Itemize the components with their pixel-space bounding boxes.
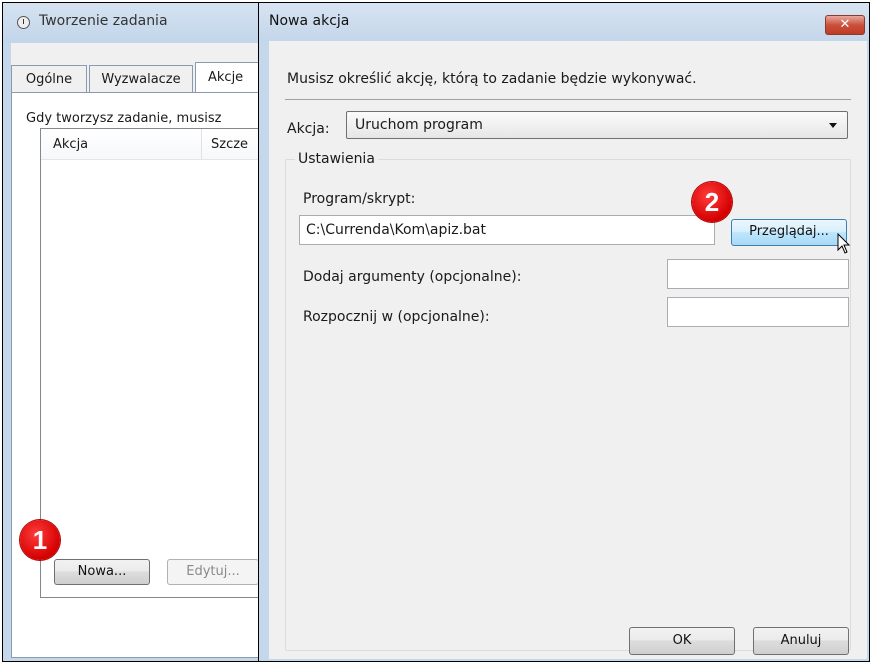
background-window-task-create: Tworzenie zadania Ogólne Wyzwalacze Akcj… [2, 2, 270, 662]
action-select-value: Uruchom program [355, 117, 483, 133]
tab-general[interactable]: Ogólne [11, 65, 87, 92]
ok-button[interactable]: OK [629, 627, 735, 655]
cancel-button[interactable]: Anuluj [753, 627, 849, 655]
new-action-dialog: Nowa akcja ✕ Musisz określić akcję, któr… [258, 2, 870, 662]
dialog-instruction: Musisz określić akcję, którą to zadanie … [287, 71, 697, 87]
arguments-label: Dodaj argumenty (opcjonalne): [303, 269, 522, 285]
close-icon[interactable]: ✕ [825, 15, 865, 35]
program-script-input[interactable]: C:\Currenda\Kom\apiz.bat [299, 215, 715, 245]
start-in-label: Rozpocznij w (opcjonalne): [303, 309, 490, 325]
actions-description: Gdy tworzysz zadanie, musisz [26, 111, 222, 126]
actions-list[interactable]: Akcja Szcze [40, 128, 265, 598]
actions-list-header: Akcja Szcze [41, 129, 264, 160]
program-script-label: Program/skrypt: [303, 191, 416, 207]
edit-action-button[interactable]: Edytuj... [167, 559, 259, 585]
background-titlebar: Tworzenie zadania [3, 3, 269, 43]
program-script-value: C:\Currenda\Kom\apiz.bat [306, 222, 486, 238]
clock-icon [17, 16, 30, 29]
step-2-badge: 2 [692, 182, 732, 222]
dialog-title: Nowa akcja [269, 13, 350, 29]
tab-triggers[interactable]: Wyzwalacze [89, 65, 193, 92]
step-1-badge: 1 [20, 520, 60, 560]
settings-group-title: Ustawienia [295, 151, 378, 167]
separator [285, 99, 851, 100]
dialog-titlebar[interactable]: Nowa akcja ✕ [259, 3, 869, 41]
browse-button[interactable]: Przeglądaj... [731, 219, 847, 246]
action-label: Akcja: [287, 121, 330, 137]
new-action-button[interactable]: Nowa... [54, 559, 150, 585]
dialog-content: Musisz określić akcję, którą to zadanie … [269, 41, 867, 659]
column-header-action[interactable]: Akcja [53, 137, 88, 152]
chevron-down-icon[interactable] [829, 123, 837, 128]
start-in-input[interactable] [667, 297, 849, 327]
arguments-input[interactable] [667, 259, 849, 289]
action-select[interactable]: Uruchom program [346, 111, 848, 139]
column-header-details[interactable]: Szcze [211, 137, 248, 152]
mouse-cursor-icon [837, 233, 851, 254]
background-window-title: Tworzenie zadania [39, 13, 168, 29]
column-divider[interactable] [201, 129, 202, 159]
